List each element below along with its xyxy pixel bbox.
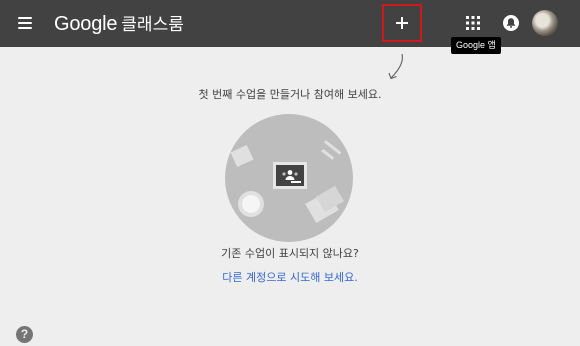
brand-product: 클래스룸 — [121, 15, 184, 35]
account-avatar[interactable] — [532, 10, 558, 36]
bell-icon — [503, 15, 519, 31]
classroom-illustration-icon — [225, 114, 353, 242]
hamburger-menu-icon — [18, 17, 32, 19]
hint-arrow-icon — [388, 53, 403, 80]
app-logo[interactable]: Google 클래스룸 — [54, 10, 184, 36]
help-button[interactable]: ? — [16, 326, 33, 343]
google-apps-button[interactable] — [465, 15, 481, 31]
plus-icon — [396, 17, 408, 29]
notifications-button[interactable] — [501, 13, 521, 33]
create-or-join-class-button[interactable] — [382, 4, 422, 42]
create-class-hint: 첫 번째 수업을 만들거나 참여해 보세요. — [198, 88, 382, 101]
google-apps-tooltip: Google 앱 — [451, 37, 501, 54]
main-menu-button[interactable] — [17, 14, 35, 32]
switch-account-link[interactable]: 다른 계정으로 시도해 보세요. — [0, 269, 580, 285]
missing-classes-text: 기존 수업이 표시되지 않나요? — [221, 247, 359, 260]
apps-grid-icon — [466, 16, 480, 30]
brand-google: Google — [54, 13, 118, 35]
